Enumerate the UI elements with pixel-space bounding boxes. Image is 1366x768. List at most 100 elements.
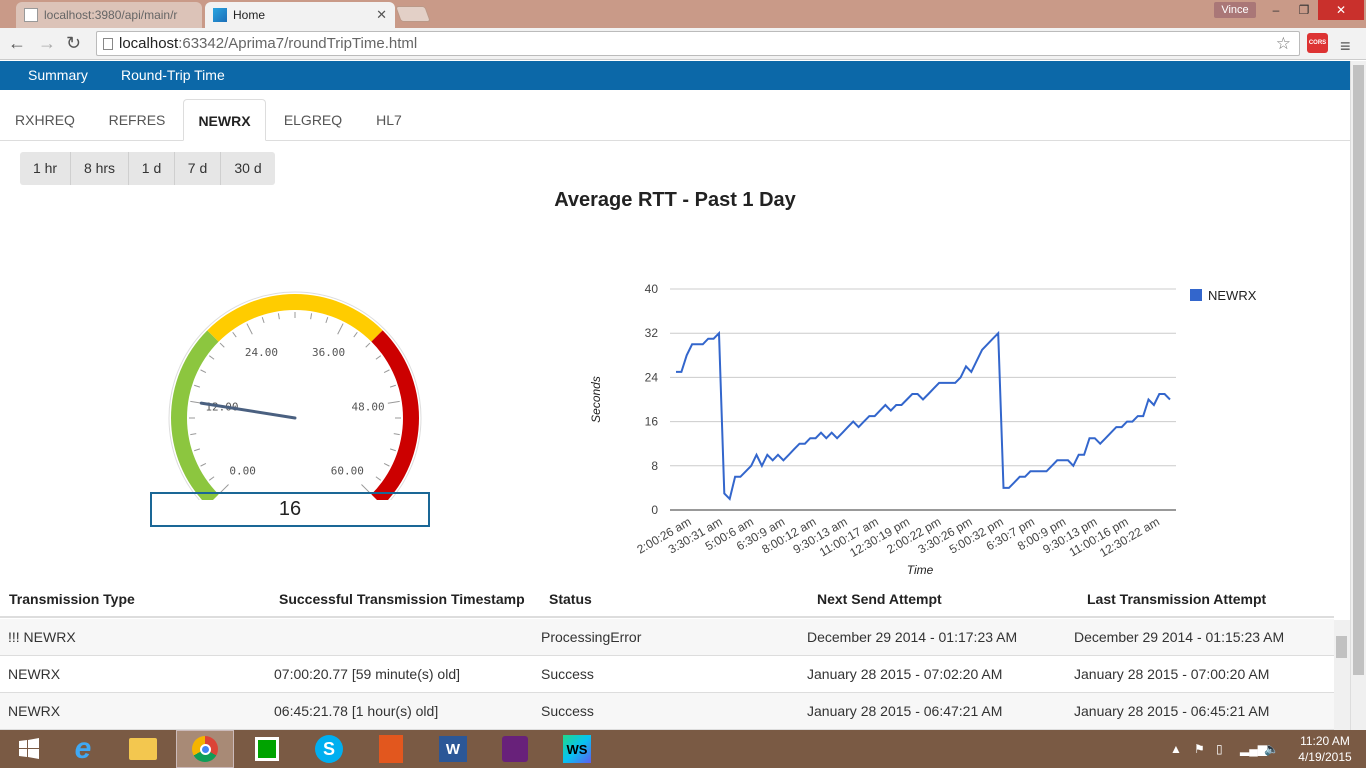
url-path: :63342/Aprima7/roundTripTime.html: [178, 35, 418, 52]
start-icon[interactable]: [0, 730, 58, 768]
volume-icon[interactable]: 🔈: [1264, 730, 1279, 768]
back-arrow-icon[interactable]: ←: [8, 33, 26, 54]
ie-icon[interactable]: e: [54, 730, 112, 768]
action-center-icon[interactable]: ⚑: [1194, 730, 1205, 768]
cell-type: NEWRX: [8, 703, 61, 719]
minimize-button[interactable]: –: [1262, 0, 1290, 20]
tab-hl7[interactable]: HL7: [355, 99, 423, 141]
office-icon[interactable]: [362, 730, 420, 768]
reload-icon[interactable]: ↻: [66, 33, 81, 54]
cell-status: ProcessingError: [541, 629, 642, 645]
tab-elgreq[interactable]: ELGREQ: [268, 99, 358, 141]
gauge-value-display: 16: [150, 492, 430, 527]
close-tab-icon[interactable]: ✕: [376, 7, 387, 23]
battery-icon[interactable]: ▯: [1216, 730, 1223, 768]
chart-title: Average RTT - Past 1 Day: [554, 189, 796, 211]
y-axis-label: Seconds: [589, 376, 603, 423]
clock-date: 4/19/2015: [1298, 750, 1352, 764]
range-1-hr-button[interactable]: 1 hr: [20, 152, 71, 185]
cell-last-attempt: December 29 2014 - 01:15:23 AM: [1074, 629, 1285, 645]
range-7-d-button[interactable]: 7 d: [175, 152, 221, 185]
range-8-hrs-button[interactable]: 8 hrs: [71, 152, 129, 185]
tab-refres[interactable]: REFRES: [92, 99, 182, 141]
browser-tab-title: Home: [233, 8, 266, 22]
cell-type: NEWRX: [8, 666, 61, 682]
table-row[interactable]: !!! NEWRX ProcessingError December 29 20…: [0, 619, 1334, 656]
table-scrollbar[interactable]: [1334, 620, 1350, 730]
col-next-send[interactable]: Next Send Attempt: [817, 580, 942, 618]
table-scrollbar-thumb[interactable]: [1336, 636, 1347, 658]
app-navbar: Summary Round-Trip Time: [0, 61, 1350, 90]
browser-tab-api[interactable]: localhost:3980/api/main/r: [16, 2, 202, 28]
table-row[interactable]: NEWRX 07:00:20.77 [59 minute(s) old] Suc…: [0, 656, 1334, 693]
transmission-table-header: Transmission Type Successful Transmissio…: [0, 580, 1334, 618]
gauge-tick-label: 36.00: [312, 346, 345, 359]
word-icon[interactable]: W: [424, 730, 482, 768]
cell-type: !!! NEWRX: [8, 629, 76, 645]
page-scrollbar-thumb[interactable]: [1353, 65, 1364, 675]
webstorm-icon[interactable]: WS: [548, 730, 606, 768]
forward-arrow-icon[interactable]: →: [38, 33, 56, 54]
browser-tab-strip: localhost:3980/api/main/r Home ✕ Vince –…: [0, 0, 1366, 28]
col-transmission-type[interactable]: Transmission Type: [9, 580, 135, 618]
cell-status: Success: [541, 703, 594, 719]
cell-next-send: January 28 2015 - 07:02:20 AM: [807, 666, 1003, 682]
col-success-timestamp[interactable]: Successful Transmission Timestamp: [279, 580, 525, 618]
legend-label-newrx: NEWRX: [1208, 288, 1257, 303]
show-hidden-icons[interactable]: ▲: [1170, 730, 1182, 768]
file-explorer-icon[interactable]: [114, 730, 172, 768]
cell-next-send: January 28 2015 - 06:47:21 AM: [807, 703, 1003, 719]
cors-extension-button[interactable]: CORS: [1307, 33, 1328, 53]
series-line-newrx: [676, 330, 1171, 501]
transmission-tabs: RXHREQ REFRES NEWRX ELGREQ HL7: [0, 99, 1350, 141]
maximize-button[interactable]: ❐: [1290, 0, 1318, 20]
hamburger-menu-icon[interactable]: ≡: [1340, 36, 1351, 57]
url-host: localhost: [119, 35, 179, 52]
visual-studio-icon[interactable]: [486, 730, 544, 768]
close-window-button[interactable]: ✕: [1318, 0, 1364, 20]
nav-round-trip-time[interactable]: Round-Trip Time: [121, 61, 225, 90]
new-tab-button[interactable]: [395, 6, 431, 22]
nav-summary[interactable]: Summary: [28, 61, 88, 90]
page-scrollbar[interactable]: [1350, 61, 1366, 731]
browser-toolbar: ← → ↻ localhost:63342/Aprima7/roundTripT…: [0, 28, 1366, 60]
address-bar[interactable]: localhost:63342/Aprima7/roundTripTime.ht…: [96, 31, 1300, 56]
webstorm-favicon-icon: [213, 8, 227, 22]
profile-badge[interactable]: Vince: [1214, 2, 1256, 18]
range-1-d-button[interactable]: 1 d: [129, 152, 175, 185]
cell-timestamp: 07:00:20.77 [59 minute(s) old]: [274, 666, 461, 682]
y-tick-label: 40: [645, 282, 659, 296]
range-30-d-button[interactable]: 30 d: [221, 152, 275, 185]
gauge-tick-label: 0.00: [229, 464, 256, 477]
windows-taskbar: e S W WS ▲ ⚑ ▯ ▂▄▆ 🔈 11:20 AM 4/19/2015: [0, 730, 1366, 768]
document-icon: [103, 38, 113, 50]
x-axis-label: Time: [907, 563, 934, 577]
system-clock[interactable]: 11:20 AM 4/19/2015: [1290, 733, 1360, 765]
cell-last-attempt: January 28 2015 - 06:45:21 AM: [1074, 703, 1270, 719]
y-tick-label: 16: [645, 415, 659, 429]
bookmark-star-icon[interactable]: ☆: [1276, 32, 1291, 55]
skype-icon[interactable]: S: [300, 730, 358, 768]
y-tick-label: 0: [651, 503, 658, 517]
network-signal-icon[interactable]: ▂▄▆: [1240, 730, 1267, 768]
legend-swatch-newrx: [1190, 289, 1202, 301]
browser-tab-title: localhost:3980/api/main/r: [44, 8, 178, 22]
clock-time: 11:20 AM: [1300, 734, 1350, 748]
col-status[interactable]: Status: [549, 580, 592, 618]
y-tick-label: 24: [645, 370, 659, 384]
cell-timestamp: 06:45:21.78 [1 hour(s) old]: [274, 703, 439, 719]
col-last-transmission[interactable]: Last Transmission Attempt: [1087, 580, 1266, 618]
gauge-tick-label: 60.00: [331, 464, 364, 477]
gauge-tick-label: 24.00: [245, 346, 278, 359]
page-icon: [24, 8, 38, 22]
cell-status: Success: [541, 666, 594, 682]
browser-tab-home[interactable]: Home ✕: [205, 2, 395, 28]
tab-newrx[interactable]: NEWRX: [183, 99, 266, 141]
tab-rxhreq[interactable]: RXHREQ: [0, 99, 90, 141]
rtt-line-chart: 08162432402:00:26 am3:30:31 am5:00:6 am6…: [589, 282, 1257, 577]
table-row[interactable]: NEWRX 06:45:21.78 [1 hour(s) old] Succes…: [0, 693, 1334, 730]
chrome-icon[interactable]: [176, 730, 234, 768]
y-tick-label: 8: [651, 459, 658, 473]
store-icon[interactable]: [238, 730, 296, 768]
gauge-tick-label: 48.00: [352, 400, 385, 413]
